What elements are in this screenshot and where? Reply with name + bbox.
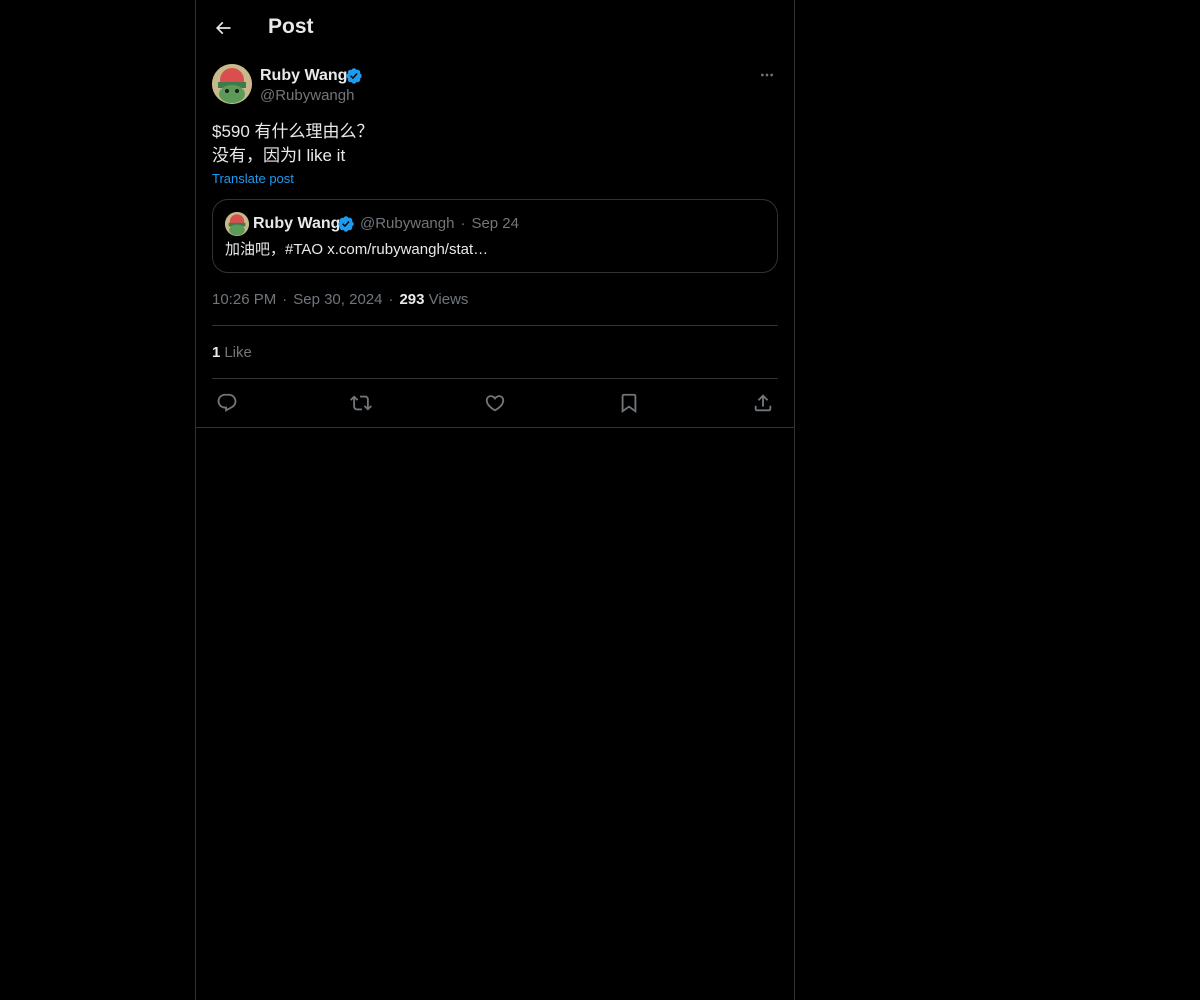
quote-author-name: Ruby Wang (253, 215, 341, 232)
heart-icon (485, 395, 505, 412)
repost-button[interactable] (348, 390, 374, 416)
post-date[interactable]: Sep 30, 2024 (293, 291, 382, 308)
reply-icon (217, 393, 237, 412)
post-text: $590 有什么理由么？ 没有，因为I like it (212, 120, 778, 168)
page-title: Post (268, 15, 314, 38)
divider (196, 427, 794, 428)
separator-dot: · (388, 291, 394, 308)
quote-avatar (225, 212, 249, 236)
back-button[interactable] (206, 11, 240, 45)
translate-post-link[interactable]: Translate post (212, 171, 294, 187)
views-label: Views (428, 291, 469, 308)
post-time[interactable]: 10:26 PM (212, 291, 276, 308)
likes-label: Like (224, 344, 252, 361)
share-icon (754, 394, 772, 412)
likes-count: 1 (212, 344, 221, 361)
likes-row[interactable]: 1 Like (212, 343, 252, 363)
divider (212, 378, 778, 379)
quote-author-handle: @Rubywangh (360, 215, 455, 232)
divider (212, 325, 778, 326)
bookmark-button[interactable] (616, 390, 642, 416)
verified-badge-icon (338, 216, 354, 232)
repost-icon (350, 395, 372, 411)
verified-badge-icon (346, 68, 362, 84)
post-text-line: 没有，因为I like it (212, 146, 346, 165)
main-column: Post Ruby Wang @Rubywangh $590 有什么理由么？ 没… (195, 0, 795, 1000)
like-button[interactable] (482, 390, 508, 416)
separator-dot: · (282, 291, 288, 308)
avatar[interactable] (212, 64, 252, 104)
top-bar: Post (196, 0, 794, 53)
author-handle[interactable]: @Rubywangh (260, 86, 354, 106)
post-text-line: $590 有什么理由么？ (212, 122, 374, 141)
quote-date: Sep 24 (471, 215, 519, 232)
reply-button[interactable] (214, 390, 240, 416)
bookmark-icon (621, 393, 637, 414)
action-bar (212, 390, 778, 416)
quote-meta: @Rubywangh · Sep 24 (360, 214, 519, 234)
separator-dot: · (460, 215, 466, 232)
more-dots-icon (761, 73, 773, 77)
post-timestamp-row: 10:26 PM · Sep 30, 2024 · 293 Views (212, 290, 468, 310)
quoted-post[interactable]: Ruby Wang @Rubywangh · Sep 24 加油吧，#TAO x.c… (212, 199, 778, 273)
share-button[interactable] (750, 390, 776, 416)
quote-text: 加油吧，#TAO x.com/rubywangh/stat… (225, 241, 489, 258)
arrow-left-icon (215, 21, 231, 35)
views-count: 293 (399, 291, 425, 308)
author-name[interactable]: Ruby Wang (260, 66, 347, 86)
more-options-button[interactable] (756, 64, 778, 86)
